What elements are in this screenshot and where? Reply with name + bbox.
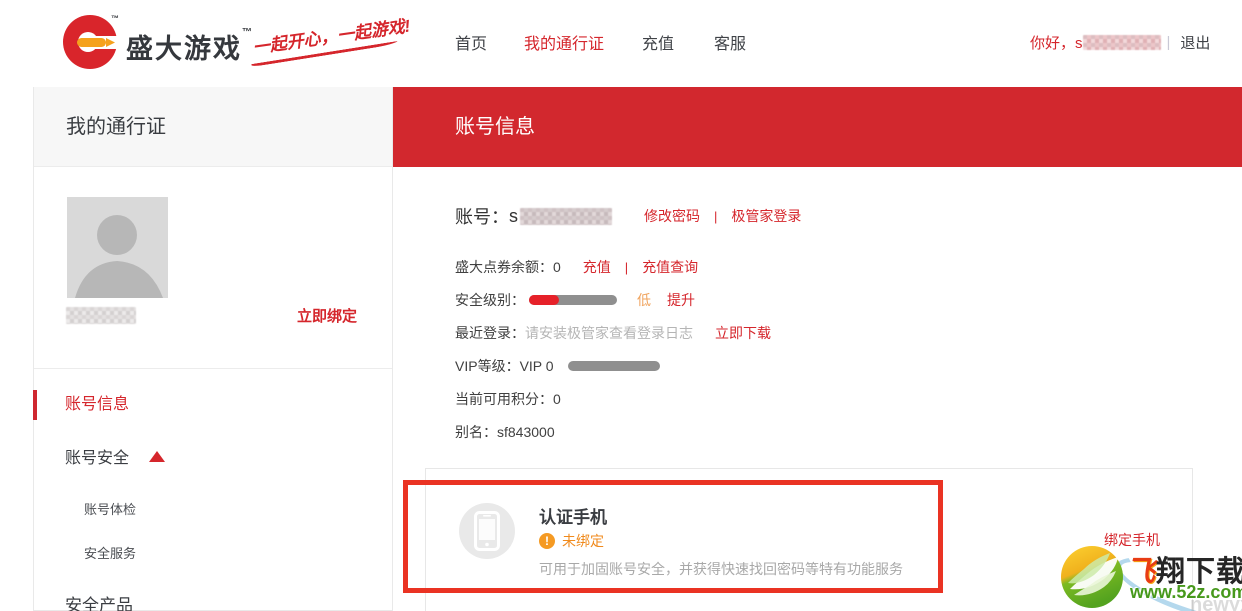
vip-row: VIP等级： VIP 0: [455, 356, 660, 376]
sidebar-title: 我的通行证: [34, 87, 392, 167]
brand-slogan: 一起开心，一起游戏!: [251, 13, 403, 59]
nav-home[interactable]: 首页: [455, 30, 487, 54]
brand-name: 盛大游戏™: [126, 27, 254, 66]
phone-status-row: ! 未绑定: [539, 531, 604, 551]
page: ™ 盛大游戏™ 一起开心，一起游戏! 首页 我的通行证 充值 客服 你好，s |…: [0, 0, 1242, 611]
points-row: 当前可用积分： 0: [455, 389, 561, 409]
watermark-site-url: www.52z.com: [1130, 582, 1242, 603]
recent-login-hint: 请安装极管家查看登录日志: [525, 323, 693, 343]
logout-link[interactable]: 退出: [1180, 32, 1210, 53]
collapse-arrow-icon: [149, 451, 165, 462]
phone-card-title: 认证手机: [539, 503, 607, 528]
user-bar: 你好，s | 退出: [1030, 32, 1210, 53]
account-visible-prefix: s: [509, 206, 518, 227]
improve-security-link[interactable]: 提升: [667, 290, 695, 310]
security-level-bar-fill: [529, 295, 559, 305]
security-level-bar: [529, 295, 617, 305]
security-level-row: 安全级别： 低 提升: [455, 290, 695, 310]
points-label: 当前可用积分：: [455, 389, 553, 409]
nav-customer-service[interactable]: 客服: [714, 30, 746, 54]
recharge-query-link[interactable]: 充值查询: [642, 257, 698, 277]
balance-label: 盛大点券余额：: [455, 257, 553, 277]
warning-icon: !: [539, 533, 555, 549]
vip-level-bar: [568, 361, 660, 371]
phone-card-description: 可用于加固账号安全，并获得快速找回密码等特有功能服务: [539, 559, 903, 579]
svg-text:™: ™: [111, 14, 119, 23]
avatar: [67, 197, 168, 298]
sidebar-menu: 账号信息 账号安全 账号体检 安全服务 安全产品: [34, 390, 392, 611]
account-info-panel: 账号： s 修改密码 | 极管家登录 盛大点券余额： 0 充值 | 充值查询 安…: [393, 167, 1242, 467]
page-title: 账号信息: [455, 87, 535, 167]
account-label: 账号：: [455, 203, 509, 229]
sidebar-item-account-security[interactable]: 账号安全: [34, 447, 392, 471]
censored-username: [1083, 35, 1161, 50]
security-level-label: 安全级别：: [455, 290, 525, 310]
recent-login-label: 最近登录：: [455, 323, 525, 343]
sidebar-item-security-service[interactable]: 安全服务: [34, 543, 392, 562]
recent-login-row: 最近登录： 请安装极管家查看登录日志 立即下载: [455, 323, 771, 343]
points-value: 0: [553, 391, 561, 407]
account-row: 账号： s 修改密码 | 极管家登录: [455, 203, 801, 229]
security-level-value: 低: [637, 290, 651, 310]
phone-icon: [459, 503, 515, 559]
top-nav: 首页 我的通行证 充值 客服: [455, 30, 746, 54]
alias-value: sf843000: [497, 424, 555, 440]
leaf-logo-icon: [1060, 545, 1124, 609]
nav-my-passport[interactable]: 我的通行证: [524, 30, 604, 54]
profile-section: 立即绑定: [34, 167, 392, 369]
sidebar: 我的通行证 立即绑定 账号信息 账号安全 账号体检 安全服务 安全产品: [33, 87, 393, 611]
change-password-link[interactable]: 修改密码: [644, 206, 700, 226]
recharge-link[interactable]: 充值: [583, 257, 611, 277]
balance-links-divider: |: [625, 260, 628, 275]
user-greeting: 你好，s: [1030, 32, 1083, 53]
alias-row: 别名： sf843000: [455, 422, 555, 442]
content-banner: 账号信息: [393, 87, 1242, 167]
censored-profile-name: [66, 307, 136, 324]
sidebar-item-label: 账号安全: [65, 450, 129, 467]
censored-account-id: [520, 208, 612, 225]
user-bar-divider: |: [1167, 34, 1171, 51]
account-links-divider: |: [714, 209, 717, 224]
download-now-link[interactable]: 立即下载: [715, 323, 771, 343]
alias-label: 别名：: [455, 422, 497, 442]
vip-value: VIP 0: [520, 358, 554, 374]
bind-now-link[interactable]: 立即绑定: [297, 305, 357, 326]
shanda-g-logo-icon: ™: [62, 13, 120, 71]
jiguanjia-login-link[interactable]: 极管家登录: [731, 206, 801, 226]
sidebar-item-account-info[interactable]: 账号信息: [34, 390, 392, 420]
sidebar-item-security-products[interactable]: 安全产品: [34, 594, 392, 611]
balance-row: 盛大点券余额： 0 充值 | 充值查询: [455, 257, 698, 277]
top-header: ™ 盛大游戏™ 一起开心，一起游戏! 首页 我的通行证 充值 客服 你好，s |…: [0, 0, 1242, 87]
phone-status-text: 未绑定: [562, 531, 604, 551]
feixiang-download-watermark: 飞翔下载 newyx.net www.52z.com: [1060, 542, 1242, 611]
balance-value: 0: [553, 259, 561, 275]
vip-label: VIP等级：: [455, 356, 520, 376]
nav-recharge[interactable]: 充值: [642, 30, 674, 54]
sidebar-item-account-checkup[interactable]: 账号体检: [34, 499, 392, 518]
